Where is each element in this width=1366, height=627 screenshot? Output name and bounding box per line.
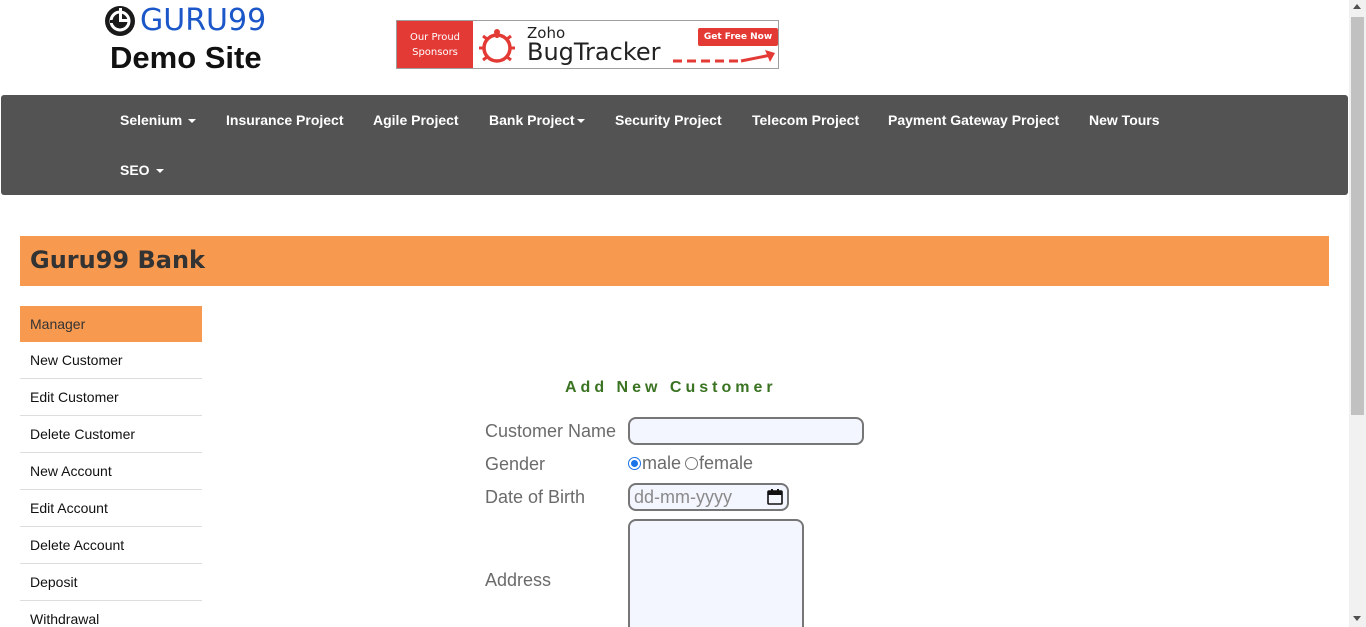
caret-down-icon — [576, 119, 585, 124]
nav-item-label: Payment Gateway Project — [888, 112, 1060, 128]
nav-item-selenium[interactable]: Selenium — [120, 110, 197, 130]
sidebar-menu: Manager New Customer Edit Customer Delet… — [20, 306, 202, 627]
nav-item-label: SEO — [120, 162, 150, 178]
site-logo[interactable]: GURU99 Demo Site — [104, 4, 284, 78]
calendar-icon[interactable] — [767, 489, 783, 505]
caret-down-icon — [188, 119, 197, 124]
sidebar-item-delete-customer[interactable]: Delete Customer — [20, 416, 202, 453]
banner-brand-large: BugTracker — [527, 38, 661, 66]
site-subtitle: Demo Site — [110, 40, 262, 75]
scroll-up-arrow-icon[interactable] — [1353, 4, 1361, 9]
nav-item-label: New Tours — [1089, 112, 1160, 128]
address-label: Address — [485, 570, 552, 590]
caret-down-icon — [155, 169, 164, 174]
bug-icon — [479, 29, 515, 63]
customer-name-label: Customer Name — [485, 421, 617, 441]
nav-item-label: Bank Project — [489, 112, 575, 128]
nav-item-payment-gateway-project[interactable]: Payment Gateway Project — [888, 110, 1059, 130]
gender-female-radio[interactable] — [685, 457, 699, 470]
gender-male-radio[interactable] — [628, 457, 641, 470]
sidebar-item-withdrawal[interactable]: Withdrawal — [20, 601, 202, 627]
gender-female-label: female — [699, 453, 754, 473]
scrollbar-thumb[interactable] — [1351, 17, 1364, 415]
sponsor-banner[interactable]: Our Proud Sponsors Zoho BugTracker Get F… — [396, 20, 779, 69]
bank-title-bar: Guru99 Bank — [20, 236, 1329, 286]
sponsor-line-2: Sponsors — [412, 46, 458, 58]
nav-item-label: Telecom Project — [752, 112, 860, 128]
address-textarea[interactable] — [628, 519, 804, 627]
sidebar-item-edit-customer[interactable]: Edit Customer — [20, 379, 202, 416]
date-placeholder: dd-mm-yyyy — [634, 487, 732, 507]
sidebar-item-new-customer[interactable]: New Customer — [20, 342, 202, 379]
arrow-icon — [673, 50, 775, 63]
gender-label: Gender — [485, 454, 546, 474]
date-of-birth-input[interactable]: dd-mm-yyyy — [628, 483, 789, 511]
logo-text: GURU99 — [140, 3, 267, 38]
date-of-birth-label: Date of Birth — [485, 487, 586, 507]
nav-item-label: Security Project — [615, 112, 722, 128]
nav-item-agile-project[interactable]: Agile Project — [373, 110, 459, 130]
sidebar-item-new-account[interactable]: New Account — [20, 453, 202, 490]
nav-item-bank-project[interactable]: Bank Project — [489, 110, 585, 130]
scroll-down-arrow-icon[interactable] — [1353, 616, 1361, 621]
guru99-logo-icon — [105, 6, 135, 36]
nav-item-insurance-project[interactable]: Insurance Project — [226, 110, 344, 130]
nav-item-security-project[interactable]: Security Project — [615, 110, 722, 130]
customer-name-input[interactable] — [628, 417, 864, 445]
nav-item-telecom-project[interactable]: Telecom Project — [752, 110, 859, 130]
bank-title: Guru99 Bank — [30, 246, 205, 274]
sponsor-label: Our Proud Sponsors — [397, 21, 473, 68]
form-title: Add New Customer — [565, 379, 777, 396]
banner-content: Zoho BugTracker Get Free Now — [473, 21, 778, 68]
nav-item-label: Agile Project — [373, 112, 459, 128]
nav-item-label: Insurance Project — [226, 112, 344, 128]
sidebar-item-edit-account[interactable]: Edit Account — [20, 490, 202, 527]
sidebar-item-manager[interactable]: Manager — [20, 306, 202, 342]
gender-radio-group: male female — [628, 453, 757, 474]
sponsor-line-1: Our Proud — [409, 31, 461, 43]
gender-male-label: male — [642, 453, 682, 473]
nav-item-seo[interactable]: SEO — [120, 160, 164, 180]
vertical-scrollbar[interactable] — [1349, 0, 1366, 627]
nav-item-new-tours[interactable]: New Tours — [1089, 110, 1160, 130]
main-navbar: Selenium Insurance Project Agile Project… — [1, 95, 1348, 195]
nav-item-label: Selenium — [120, 112, 183, 128]
sidebar-item-deposit[interactable]: Deposit — [20, 564, 202, 601]
page: GURU99 Demo Site Our Proud Sponsors Zoho… — [0, 0, 1366, 627]
get-free-now-button[interactable]: Get Free Now — [698, 28, 778, 46]
sidebar-item-delete-account[interactable]: Delete Account — [20, 527, 202, 564]
